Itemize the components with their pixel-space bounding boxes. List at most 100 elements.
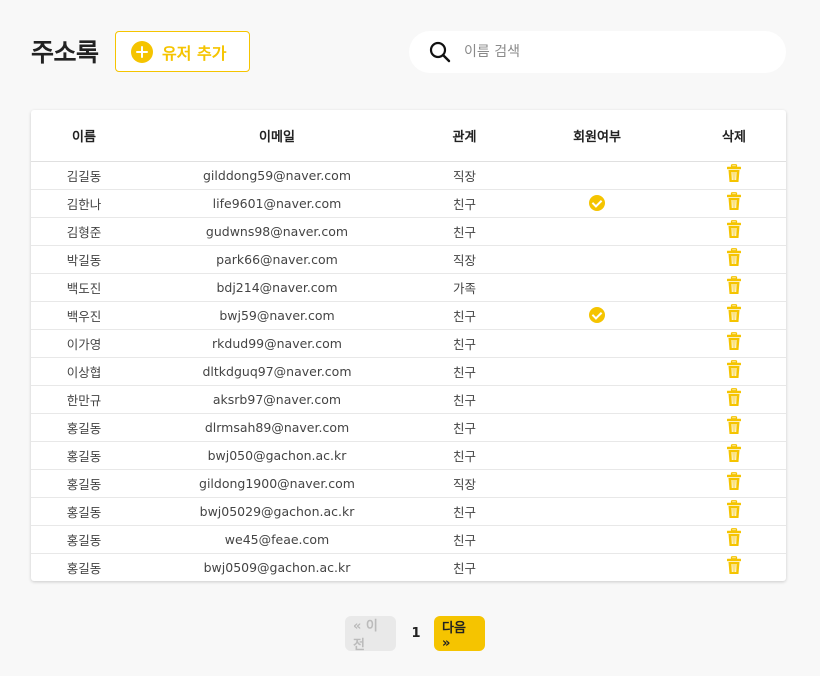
cell-relation: 친구 — [417, 329, 512, 358]
cell-email: dlrmsah89@naver.com — [137, 413, 417, 442]
trash-icon[interactable] — [726, 472, 742, 494]
cell-name: 홍길동 — [31, 441, 137, 470]
cell-relation: 친구 — [417, 301, 512, 330]
search-input[interactable] — [464, 44, 764, 60]
column-header-delete: 삭제 — [682, 110, 786, 162]
column-header-name: 이름 — [31, 110, 137, 162]
cell-member — [512, 301, 682, 330]
cell-delete — [682, 301, 786, 330]
cell-email: gildong1900@naver.com — [137, 469, 417, 498]
cell-delete — [682, 273, 786, 302]
cell-member — [512, 245, 682, 274]
add-user-label: 유저 추가 — [162, 43, 227, 63]
prev-page-button[interactable]: « 이전 — [345, 616, 396, 653]
cell-delete — [682, 161, 786, 190]
trash-icon[interactable] — [726, 164, 742, 186]
cell-delete — [682, 525, 786, 554]
cell-email: aksrb97@naver.com — [137, 385, 417, 414]
cell-member — [512, 161, 682, 190]
table-row[interactable]: 이상협 dltkdguq97@naver.com 친구 — [31, 357, 786, 386]
cell-name: 홍길동 — [31, 413, 137, 442]
table-row[interactable]: 이가영 rkdud99@naver.com 친구 — [31, 329, 786, 358]
cell-member — [512, 189, 682, 218]
table-row[interactable]: 한만규 aksrb97@naver.com 친구 — [31, 385, 786, 414]
trash-icon[interactable] — [726, 500, 742, 522]
cell-name: 홍길동 — [31, 497, 137, 526]
cell-member — [512, 553, 682, 581]
table-row[interactable]: 홍길동 we45@feae.com 친구 — [31, 525, 786, 554]
cell-name: 김형준 — [31, 217, 137, 246]
cell-name: 한만규 — [31, 385, 137, 414]
table-row[interactable]: 홍길동 dlrmsah89@naver.com 친구 — [31, 413, 786, 442]
cell-name: 김한나 — [31, 189, 137, 218]
next-page-button[interactable]: 다음 » — [434, 616, 485, 651]
table-row[interactable]: 김길동 gilddong59@naver.com 직장 — [31, 161, 786, 190]
cell-relation: 친구 — [417, 413, 512, 442]
table-row[interactable]: 김한나 life9601@naver.com 친구 — [31, 189, 786, 218]
table-body: 김길동 gilddong59@naver.com 직장 김한나 life9601@nav… — [31, 161, 786, 581]
cell-email: gudwns98@naver.com — [137, 217, 417, 246]
cell-member — [512, 497, 682, 526]
cell-email: we45@feae.com — [137, 525, 417, 554]
trash-icon[interactable] — [726, 444, 742, 466]
trash-icon[interactable] — [726, 332, 742, 354]
trash-icon[interactable] — [726, 528, 742, 550]
cell-email: bwj050@gachon.ac.kr — [137, 441, 417, 470]
cell-relation: 친구 — [417, 217, 512, 246]
pagination: « 이전 1 다음 » — [0, 616, 820, 653]
table-row[interactable]: 김형준 gudwns98@naver.com 친구 — [31, 217, 786, 246]
cell-delete — [682, 441, 786, 470]
cell-email: park66@naver.com — [137, 245, 417, 274]
trash-icon[interactable] — [726, 220, 742, 242]
cell-email: bwj0509@gachon.ac.kr — [203, 559, 351, 575]
trash-icon[interactable] — [726, 556, 742, 578]
cell-delete — [682, 385, 786, 414]
trash-icon[interactable] — [726, 276, 742, 298]
cell-relation: 친구 — [417, 189, 512, 218]
cell-delete — [682, 245, 786, 274]
trash-icon[interactable] — [726, 360, 742, 382]
cell-relation: 직장 — [417, 245, 512, 274]
cell-member — [512, 217, 682, 246]
cell-name: 홍길동 — [66, 560, 102, 576]
cell-member — [512, 357, 682, 386]
table-row[interactable]: 백우진 bwj59@naver.com 친구 — [31, 301, 786, 330]
trash-icon[interactable] — [726, 388, 742, 410]
cell-member — [512, 413, 682, 442]
add-user-button[interactable]: 유저 추가 — [115, 31, 250, 72]
cell-delete — [682, 357, 786, 386]
cell-relation: 친구 — [417, 497, 512, 526]
current-page-number[interactable]: 1 — [398, 616, 434, 651]
check-circle-icon — [589, 195, 605, 212]
cell-name: 이상협 — [31, 357, 137, 386]
column-header-relation: 관계 — [417, 110, 512, 162]
cell-name: 홍길동 — [31, 525, 137, 554]
trash-icon[interactable] — [726, 192, 742, 214]
table-row[interactable]: 백도진 bdj214@naver.com 가족 — [31, 273, 786, 302]
cell-member — [512, 469, 682, 498]
cell-relation: 친구 — [452, 560, 476, 576]
table-row[interactable]: 홍길동 bwj05029@gachon.ac.kr 친구 — [31, 497, 786, 526]
table-row[interactable]: 박길동 park66@naver.com 직장 — [31, 245, 786, 274]
table-row[interactable]: 홍길동 bwj0509@gachon.ac.kr 친구 — [31, 553, 786, 581]
cell-member — [512, 441, 682, 470]
cell-email: life9601@naver.com — [137, 189, 417, 218]
cell-delete — [682, 329, 786, 358]
cell-email: bwj59@naver.com — [137, 301, 417, 330]
table-row[interactable]: 홍길동 gildong1900@naver.com 직장 — [31, 469, 786, 498]
header: 주소록 유저 추가 — [31, 31, 786, 73]
trash-icon[interactable] — [726, 416, 742, 438]
cell-name: 홍길동 — [31, 469, 137, 498]
table-row[interactable]: 홍길동 bwj050@gachon.ac.kr 친구 — [31, 441, 786, 470]
cell-relation: 가족 — [417, 273, 512, 302]
trash-icon[interactable] — [726, 304, 742, 326]
cell-delete — [682, 189, 786, 218]
cell-delete — [682, 217, 786, 246]
cell-email: dltkdguq97@naver.com — [137, 357, 417, 386]
cell-delete — [682, 553, 786, 581]
contacts-table-card: 이름 이메일 관계 회원여부 삭제 김길동 gilddong59@naver.co… — [31, 110, 786, 581]
cell-name: 이가영 — [31, 329, 137, 358]
cell-relation: 친구 — [417, 357, 512, 386]
cell-member — [512, 385, 682, 414]
trash-icon[interactable] — [726, 248, 742, 270]
